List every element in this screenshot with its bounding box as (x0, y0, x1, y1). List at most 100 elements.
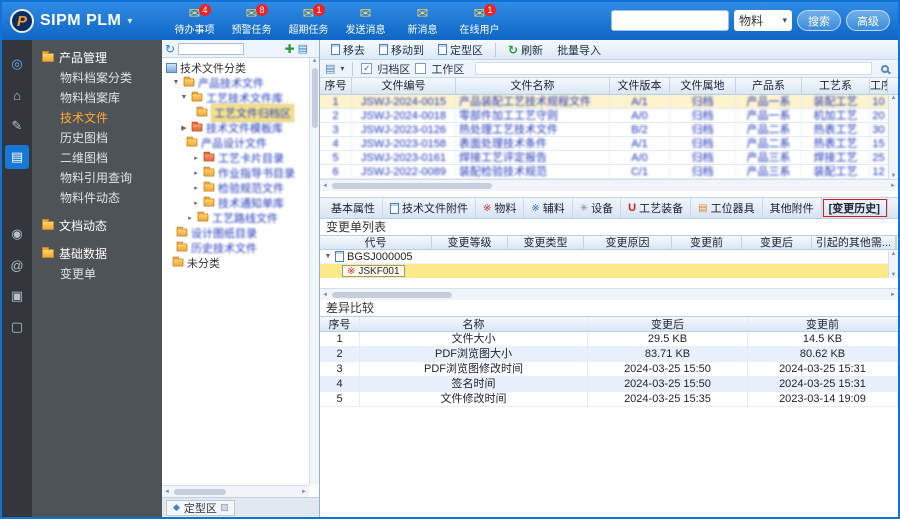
scroll-thumb[interactable] (331, 291, 452, 298)
table-v-scrollbar[interactable]: ▲ ▼ (888, 95, 898, 179)
search-category-select[interactable]: 物料 ▾ (734, 10, 792, 31)
diff-row[interactable]: 2 PDF浏览图大小 83.71 KB 80.62 KB (320, 347, 898, 362)
table-row[interactable]: 1 JSWJ-2024-0015 产品装配工艺技术规程文件 A/1 归档 产品一… (320, 95, 898, 109)
column-header[interactable]: 文件版本 (610, 78, 670, 94)
sidebar-item-history-drawings[interactable]: 历史图档 (32, 128, 162, 148)
column-header[interactable]: 文件名称 (456, 78, 610, 94)
tree-node-unclassified[interactable]: 未分类 (162, 255, 309, 270)
finalize-zone-button[interactable]: 定型区 (433, 41, 488, 59)
column-header[interactable]: 代号 (320, 236, 432, 249)
tab-auxiliary-materials[interactable]: ※ 辅料 (524, 198, 573, 218)
twist-icon[interactable]: ▸ (186, 214, 194, 222)
change-order-row[interactable]: ▼ BGSJ000005 (320, 250, 898, 264)
view-caret-icon[interactable]: ▾ (340, 64, 344, 73)
tree-node[interactable]: ▸ 作业指导书目录 (162, 165, 309, 180)
sidebar-item-material-archive[interactable]: 物料档案库 (32, 88, 162, 108)
scroll-up-arrow[interactable]: ▲ (312, 58, 318, 64)
column-header[interactable]: 工序 (870, 78, 888, 94)
search-button[interactable]: 搜索 (797, 10, 841, 31)
tree-add-icon[interactable]: ✚ (285, 42, 295, 56)
nav-new-message[interactable]: ✉ 新消息 (394, 2, 451, 40)
home-icon[interactable]: ⌂ (5, 83, 29, 107)
twist-icon[interactable]: ▸ (192, 184, 200, 192)
tree-node[interactable]: 设计图纸目录 (162, 225, 309, 240)
tab-process-equipment[interactable]: U 工艺装备 (621, 198, 692, 218)
sidebar-item-2d-drawings[interactable]: 二维图档 (32, 148, 162, 168)
twist-icon[interactable]: ▸ (192, 154, 200, 162)
nav-online-users[interactable]: ✉ 1 在线用户 (451, 2, 508, 40)
work-zone-checkbox[interactable] (415, 63, 427, 74)
column-header[interactable]: 变更等级 (432, 236, 508, 249)
twist-icon[interactable]: ▶ (180, 124, 188, 132)
twist-icon[interactable]: ▸ (192, 169, 200, 177)
tree-filter-input[interactable] (178, 42, 245, 55)
table-row[interactable]: 5 JSWJ-2023-0161 焊接工艺评定报告 A/0 归档 产品三系 焊接… (320, 151, 898, 165)
tab-workstation-tools[interactable]: ▤ 工位器具 (691, 198, 763, 218)
sidebar-section-product[interactable]: 产品管理 (32, 46, 162, 68)
twist-icon[interactable]: ▼ (172, 79, 180, 86)
column-header[interactable]: 变更前 (672, 236, 742, 249)
change-v-scrollbar[interactable]: ▲ ▼ (888, 251, 898, 278)
advanced-button[interactable]: 高级 (846, 10, 890, 31)
table-row[interactable]: 4 JSWJ-2023-0158 表面处理技术条件 A/1 归档 产品二系 热表… (320, 137, 898, 151)
column-header[interactable]: 归属组织 (896, 236, 897, 249)
refresh-button[interactable]: ↻ 刷新 (503, 41, 548, 59)
scroll-up-arrow[interactable]: ▲ (891, 95, 897, 101)
column-header[interactable]: 文件编号 (352, 78, 456, 94)
sidebar-item-material-usage-query[interactable]: 物料引用查询 (32, 168, 162, 188)
tree-node[interactable]: ▸ 工艺路线文件 (162, 210, 309, 225)
sidebar-item-material-categories[interactable]: 物料档案分类 (32, 68, 162, 88)
column-header[interactable]: 序号 (320, 78, 352, 94)
global-search-input[interactable] (611, 10, 729, 31)
diff-row[interactable]: 3 PDF浏览图修改时间 2024-03-25 15:50 2024-03-25… (320, 362, 898, 377)
tree-h-scrollbar[interactable]: ◄ ► (162, 485, 309, 497)
scroll-thumb[interactable] (311, 68, 318, 128)
nav-todo[interactable]: ✉ 4 待办事项 (166, 2, 223, 40)
diff-row[interactable]: 1 文件大小 29.5 KB 14.5 KB (320, 332, 898, 347)
table-row[interactable]: 6 JSWJ-2022-0089 装配检验技术规范 C/1 归档 产品三系 装配… (320, 165, 898, 179)
tab-basic-properties[interactable]: 基本属性 (324, 198, 383, 218)
book-icon[interactable]: ▣ (5, 284, 29, 308)
app-logo[interactable]: P SIPM PLM ▾ (2, 9, 154, 33)
sidebar-item-tech-files[interactable]: 技术文件 (32, 108, 162, 128)
monitor-icon[interactable]: ▢ (5, 315, 29, 339)
edit-icon[interactable]: ✎ (5, 114, 29, 138)
tab-tech-file-attachments[interactable]: 技术文件附件 (383, 198, 476, 218)
at-icon[interactable]: @ (5, 253, 29, 277)
finalize-zone-tab[interactable]: ◆ 定型区 (166, 499, 235, 516)
tree-node[interactable]: ▸ 技术通知单库 (162, 195, 309, 210)
remove-button[interactable]: 移去 (326, 41, 370, 59)
column-header[interactable]: 变更后 (742, 236, 812, 249)
tree-node-selected[interactable]: 工艺文件归档区 (162, 103, 309, 122)
scroll-left-arrow[interactable]: ◄ (164, 489, 170, 495)
database-icon[interactable]: ▤ (5, 145, 29, 169)
twist-icon[interactable]: ▸ (192, 199, 200, 207)
scroll-right-arrow[interactable]: ► (890, 183, 896, 189)
twist-icon[interactable]: ▼ (180, 94, 188, 101)
tree-root[interactable]: 技术文件分类 (162, 60, 309, 75)
tree-node[interactable]: 历史技术文件 (162, 240, 309, 255)
column-header[interactable]: 工艺系 (802, 78, 870, 94)
table-row[interactable]: 3 JSWJ-2023-0126 热处理工艺技术文件 B/2 归档 产品二系 热… (320, 123, 898, 137)
tab-other-attachments[interactable]: 其他附件 (763, 198, 822, 218)
tab-materials[interactable]: ※ 物料 (476, 198, 525, 218)
column-header[interactable]: 变更前 (748, 317, 898, 331)
tree-node[interactable]: ▶ 技术文件模板库 (162, 120, 309, 135)
sidebar-section-doc-activity[interactable]: 文档动态 (32, 214, 162, 236)
diff-row[interactable]: 4 签名时间 2024-03-25 15:50 2024-03-25 15:31 (320, 377, 898, 392)
nav-send-message[interactable]: ✉ 发送消息 (337, 2, 394, 40)
column-header[interactable]: 序号 (320, 317, 360, 331)
change-order-child-row[interactable]: ※ JSKF001 (320, 264, 898, 278)
tab-change-history[interactable]: [变更历史] (822, 198, 888, 218)
tree-refresh-icon[interactable]: ↻ (165, 42, 175, 56)
tree-node[interactable]: 产品设计文件 (162, 135, 309, 150)
move-to-button[interactable]: 移动到 (374, 41, 429, 59)
scroll-thumb[interactable] (331, 182, 492, 189)
globe-icon[interactable]: ◉ (5, 222, 29, 246)
scroll-right-arrow[interactable]: ► (890, 292, 896, 298)
column-header[interactable]: 变更后 (588, 317, 748, 331)
sidebar-section-base-data[interactable]: 基础数据 (32, 242, 162, 264)
nav-alert-tasks[interactable]: ✉ 8 预警任务 (223, 2, 280, 40)
column-header[interactable]: 变更类型 (508, 236, 584, 249)
tree-node[interactable]: ▸ 检验规范文件 (162, 180, 309, 195)
